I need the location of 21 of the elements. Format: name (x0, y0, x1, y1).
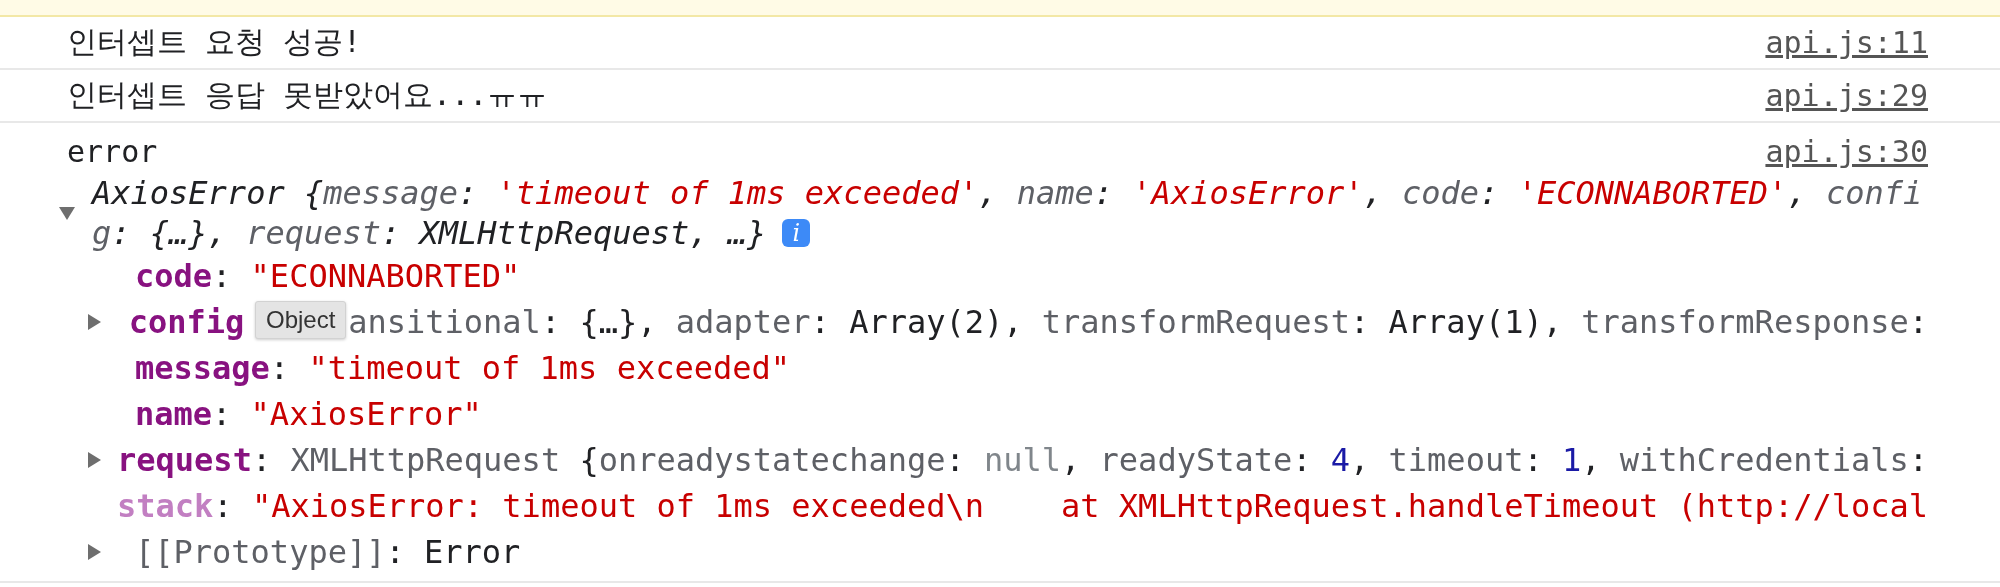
property-line: [[Prototype]]: Error (135, 533, 521, 571)
object-preview[interactable]: AxiosError {message: 'timeout of 1ms exceeded', name: 'AxiosError', code: 'ECONNABORTED', confi (92, 173, 1923, 213)
console-message: 인터셉트 응답 못받았어요...ㅠㅠ (67, 76, 548, 114)
source-link[interactable]: api.js:11 (1765, 25, 1928, 60)
collapse-arrow-icon[interactable] (58, 204, 76, 222)
source-link[interactable]: api.js:29 (1765, 78, 1928, 113)
tooltip: Object (255, 301, 347, 339)
property-line: name: "AxiosError" (135, 395, 482, 433)
expand-arrow-icon[interactable] (85, 313, 103, 331)
property-line: stack: "AxiosError: timeout of 1ms exceeded\n at XMLHttpRequest.handleTimeout (http://local (117, 487, 1928, 525)
source-link[interactable]: api.js:30 (1765, 133, 1928, 169)
console-message: 인터셉트 요청 성공! (67, 23, 362, 61)
expand-arrow-icon[interactable] (85, 451, 103, 469)
property-line: code: "ECONNABORTED" (135, 257, 521, 295)
property-line: message: "timeout of 1ms exceeded" (135, 349, 791, 387)
property-line: config (128, 303, 245, 341)
expand-arrow-icon[interactable] (85, 543, 103, 561)
object-preview[interactable]: g: {…}, request: XMLHttpRequest, …} (92, 213, 767, 253)
property-preview: ansitional: {…}, adapter: Array(2), transformRequest: Array(1), transformResponse: (348, 303, 1928, 341)
property-line: request: XMLHttpRequest {onreadystatechange: null, readyState: 4, timeout: 1, withCredentials: (117, 441, 1928, 479)
console-message: error (67, 133, 158, 169)
